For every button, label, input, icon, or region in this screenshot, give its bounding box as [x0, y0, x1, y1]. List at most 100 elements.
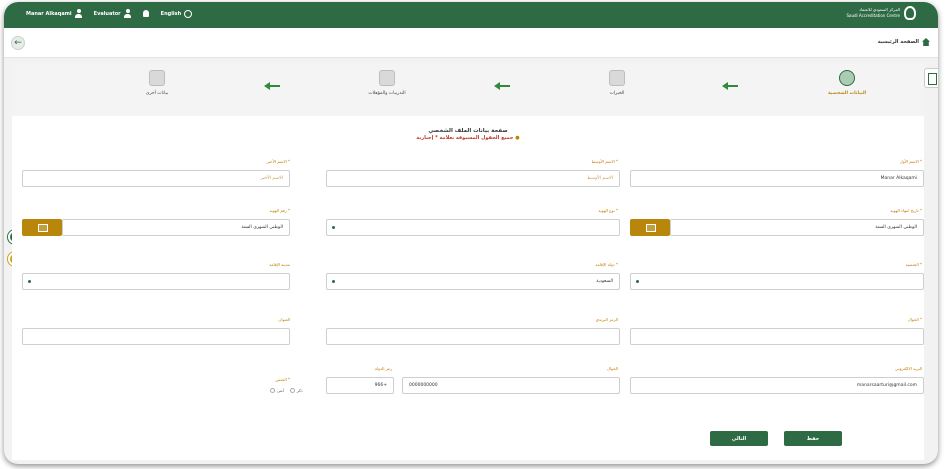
gender-label: الجنس *	[275, 377, 291, 382]
gender-female-option[interactable]: أنثى	[270, 388, 284, 393]
notifications-button[interactable]	[142, 10, 149, 17]
arrow-left-icon: ←	[14, 38, 22, 48]
id-type-select[interactable]	[326, 219, 620, 236]
next-button[interactable]: التالي	[710, 431, 768, 446]
chevron-down-icon	[332, 226, 335, 229]
email-value: manarsaarturi@gmail.com	[856, 383, 917, 388]
country-select[interactable]: السعودية	[326, 273, 620, 290]
step-label: بيانات أخرى	[145, 91, 169, 96]
breadcrumb-home-label: الصفحة الرئيسية	[877, 39, 919, 45]
top-bar: Manar Alkaqami Evaluator English المركز …	[4, 2, 938, 28]
id-expiry-value: الوطني الشهري السنة	[875, 225, 917, 230]
address-label: العنوان	[278, 317, 290, 322]
last-name-input[interactable]: الاسم الأخير	[22, 170, 290, 187]
step-label: الخبرات	[609, 91, 625, 96]
radio-icon	[289, 388, 295, 393]
required-note: جميع الحقول المسبوقة بعلامة * إجبارية ●	[12, 135, 924, 141]
step-experience[interactable]: الخبرات	[572, 70, 662, 96]
bell-icon	[142, 10, 149, 17]
email-input[interactable]: manarsaarturi@gmail.com	[630, 377, 924, 394]
nationality-label: الجنسية *	[905, 262, 922, 267]
brand-logo: المركز السعودي للاعتماد Saudi Accreditat…	[846, 6, 916, 20]
language-label: English	[160, 10, 182, 17]
step-label: التدريبات والمؤهلات	[368, 91, 406, 96]
id-expiry-calendar-button[interactable]	[630, 219, 670, 236]
email-label: البريد الالكتروني	[895, 366, 922, 371]
wizard-stepper: البيانات الشخصية الخبرات التدريبات والمؤ…	[12, 64, 924, 116]
address-input[interactable]	[22, 328, 290, 345]
step-label: البيانات الشخصية	[827, 91, 867, 96]
country-value: السعودية	[596, 279, 613, 284]
first-name-value: Manar Alkaqami	[880, 176, 917, 181]
nationality-select[interactable]	[630, 273, 924, 290]
postal-code-input[interactable]	[326, 328, 620, 345]
middle-name-label: الاسم الأوسط *	[591, 159, 618, 164]
country-code-label: رمز الدولة	[374, 366, 392, 371]
app-window: Manar Alkaqami Evaluator English المركز …	[4, 2, 938, 464]
chevron-down-icon	[332, 280, 335, 283]
id-number-label: رقم الهوية *	[269, 208, 290, 213]
first-name-label: الاسم الأول *	[899, 159, 922, 164]
role-icon	[123, 9, 131, 18]
home-icon	[922, 38, 930, 46]
step-other-data[interactable]: بيانات أخرى	[112, 70, 202, 96]
id-type-label: نوع الهوية *	[598, 208, 618, 213]
id-expiry-label: تاريخ انتهاء الهوية *	[890, 208, 922, 213]
mobile-label: الجوال *	[907, 317, 922, 322]
logo-icon	[904, 6, 916, 20]
radio-icon	[270, 388, 275, 393]
id-number-input[interactable]: الوطني الشهري السنة	[62, 219, 290, 236]
main-content: البيانات الشخصية الخبرات التدريبات والمؤ…	[12, 64, 924, 460]
back-button[interactable]: ←	[11, 36, 25, 50]
last-name-placeholder: الاسم الأخير	[260, 176, 283, 181]
arrow-left-icon	[264, 82, 280, 90]
breadcrumb-bar: ← الصفحة الرئيسية	[4, 28, 938, 58]
gender-male-option[interactable]: ذكر	[289, 388, 303, 393]
user-icon	[74, 9, 82, 18]
save-button[interactable]: حفظ	[784, 431, 842, 446]
id-expiry-input[interactable]: الوطني الشهري السنة	[670, 219, 924, 236]
city-label: مدينة الإقامة	[269, 262, 290, 267]
gender-male-label: ذكر	[296, 388, 303, 393]
step-personal-data[interactable]: البيانات الشخصية	[802, 70, 892, 96]
country-code-value: 966+	[374, 383, 387, 388]
id-number-calendar-button[interactable]	[22, 219, 62, 236]
gender-radio-group: أنثى ذكر	[270, 388, 303, 393]
arrow-left-icon	[722, 82, 738, 90]
side-panel-tab[interactable]	[924, 68, 938, 88]
person-icon	[839, 70, 855, 86]
certificate-icon	[379, 70, 395, 86]
user-name: Manar Alkaqami	[26, 10, 72, 17]
bullet-icon: ●	[515, 135, 520, 141]
id-number-value: الوطني الشهري السنة	[241, 225, 283, 230]
brand-name-en: Saudi Accreditation Centre	[846, 13, 900, 18]
chevron-down-icon	[28, 280, 31, 283]
city-select[interactable]	[22, 273, 290, 290]
middle-name-placeholder: الاسم الأوسط	[586, 176, 613, 181]
middle-name-input[interactable]: الاسم الأوسط	[326, 170, 620, 187]
breadcrumb[interactable]: الصفحة الرئيسية	[878, 38, 930, 46]
globe-icon	[184, 9, 193, 18]
form-title: صفحة بيانات الملف الشخصي	[428, 128, 508, 134]
country-label: دولة الإقامة *	[595, 262, 618, 267]
phone-label: الجوال	[607, 366, 618, 371]
phone-input[interactable]: 0000000000	[402, 377, 620, 394]
gender-female-label: أنثى	[277, 388, 284, 393]
briefcase-icon	[609, 70, 625, 86]
postal-code-label: الرمز البريدي	[595, 317, 618, 322]
country-code-input[interactable]: 966+	[326, 377, 394, 394]
required-note-text: جميع الحقول المسبوقة بعلامة * إجبارية	[416, 135, 514, 141]
mobile-input[interactable]	[630, 328, 924, 345]
phone-value: 0000000000	[409, 383, 438, 388]
top-bar-user-area: Manar Alkaqami Evaluator English	[26, 9, 193, 18]
step-training[interactable]: التدريبات والمؤهلات	[342, 70, 432, 96]
document-icon	[149, 70, 165, 86]
chevron-down-icon	[636, 280, 639, 283]
role-menu[interactable]: Evaluator	[94, 9, 131, 18]
language-switch[interactable]: English	[160, 9, 193, 18]
role-label: Evaluator	[93, 10, 121, 17]
first-name-input[interactable]: Manar Alkaqami	[630, 170, 924, 187]
last-name-label: الاسم الأخير *	[266, 159, 290, 164]
arrow-left-icon	[494, 82, 510, 90]
user-menu[interactable]: Manar Alkaqami	[26, 9, 82, 18]
